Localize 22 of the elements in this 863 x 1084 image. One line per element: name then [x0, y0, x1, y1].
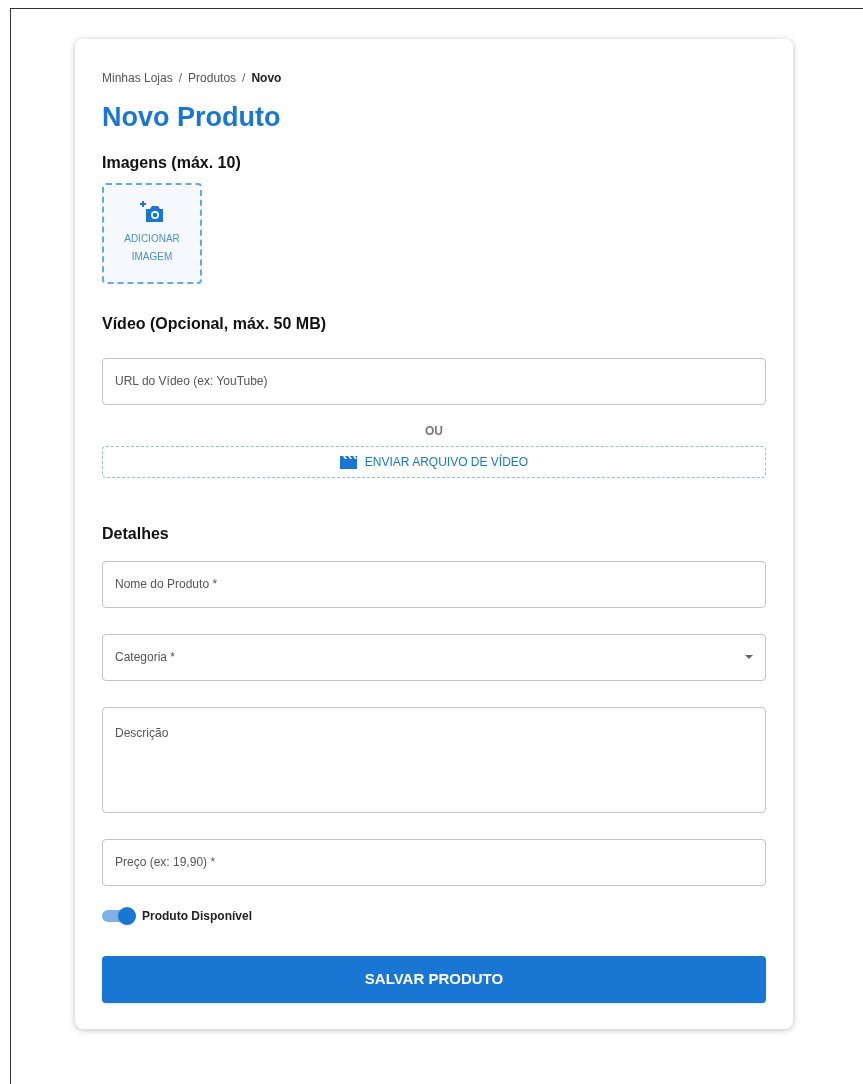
clapperboard-icon: [339, 454, 357, 469]
section-heading: Detalhes: [102, 523, 170, 544]
breadcrumb-link[interactable]: Produtos: [188, 69, 237, 87]
breadcrumb-separator: /: [178, 70, 183, 87]
breadcrumb-separator: /: [242, 70, 246, 87]
text-field[interactable]: Preço (ex: 19,90) *: [102, 838, 766, 886]
text-field[interactable]: Nome do Produto *: [102, 560, 766, 608]
divider-text: OU: [425, 422, 443, 440]
section-heading: Vídeo (Opcional, máx. 50 MB): [102, 313, 328, 334]
category-select[interactable]: Categoria *: [102, 633, 766, 681]
add-photo-icon: [139, 200, 165, 225]
breadcrumb-current: Novo: [251, 70, 282, 87]
description-field[interactable]: Descrição: [102, 706, 766, 813]
video-url-field[interactable]: URL do Vídeo (ex: YouTube): [102, 357, 766, 405]
save-button[interactable]: SALVAR PRODUTO: [102, 955, 766, 1003]
switch-label: Produto Disponível: [142, 907, 252, 925]
breadcrumb-link[interactable]: Minhas Lojas: [102, 69, 173, 87]
availability-switch[interactable]: [102, 905, 136, 926]
page-title: Novo Produto: [102, 101, 282, 134]
dropdown-caret-icon: [745, 655, 753, 660]
section-heading: Imagens (máx. 10): [102, 152, 242, 173]
upload-video-button[interactable]: ENVIAR ARQUIVO DE VÍDEO: [102, 445, 766, 478]
